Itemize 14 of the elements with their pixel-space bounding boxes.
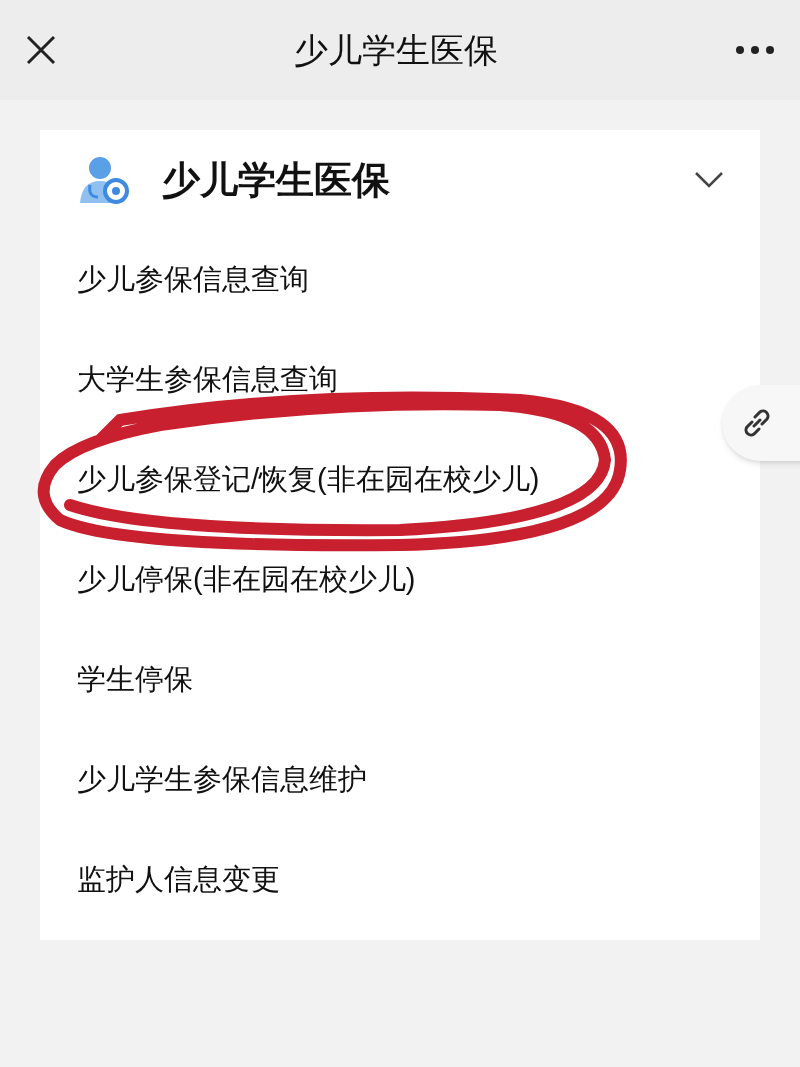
medical-icon bbox=[78, 155, 132, 205]
more-icon[interactable] bbox=[736, 46, 774, 54]
chevron-icon[interactable] bbox=[694, 171, 724, 189]
card-title: 少儿学生医保 bbox=[162, 157, 391, 203]
menu-item[interactable]: 少儿参保登记/恢复(非在园在校少儿) bbox=[77, 458, 540, 502]
link-button[interactable] bbox=[722, 385, 800, 461]
close-icon[interactable] bbox=[26, 35, 56, 65]
page-title: 少儿学生医保 bbox=[294, 29, 498, 71]
menu-item[interactable]: 少儿参保信息查询 bbox=[77, 258, 309, 302]
menu-item[interactable]: 监护人信息变更 bbox=[77, 858, 280, 902]
menu-item[interactable]: 少儿学生参保信息维护 bbox=[77, 758, 367, 802]
menu-item[interactable]: 大学生参保信息查询 bbox=[77, 358, 338, 402]
menu-item[interactable]: 少儿停保(非在园在校少儿) bbox=[77, 558, 416, 602]
menu-item[interactable]: 学生停保 bbox=[77, 658, 193, 702]
